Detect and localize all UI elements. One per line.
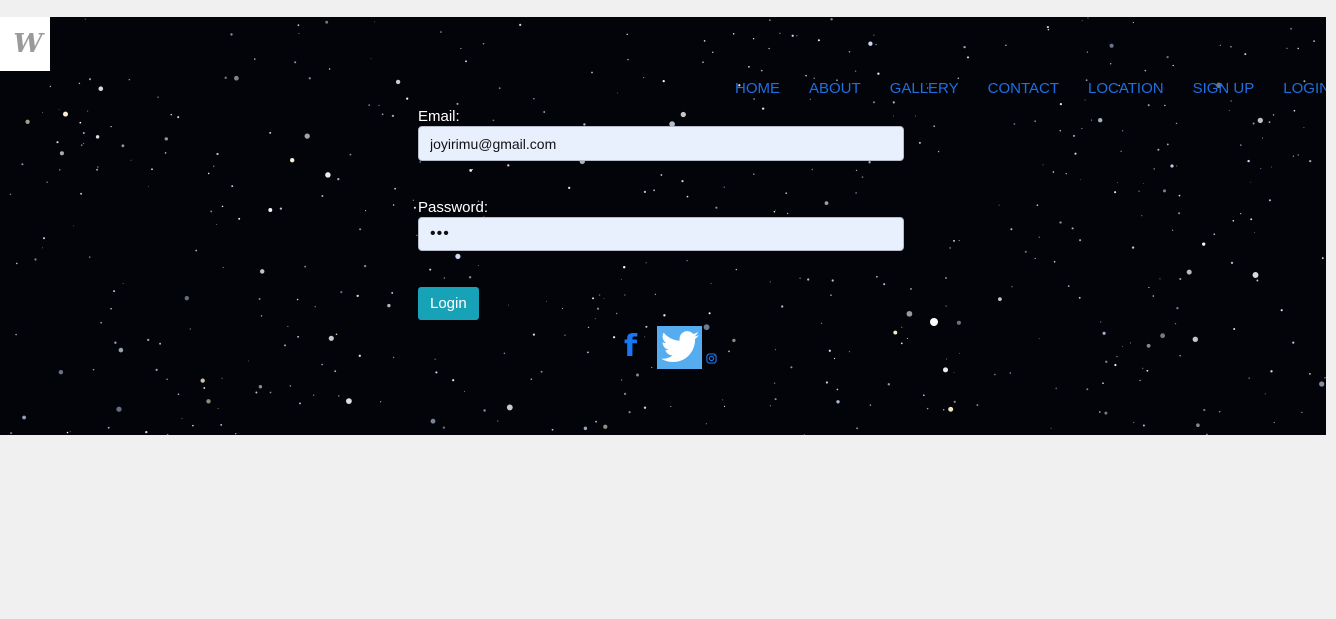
email-field[interactable] <box>418 126 904 161</box>
nav-login[interactable]: LOGIN <box>1283 80 1326 97</box>
email-group: Email: <box>418 108 904 161</box>
email-label: Email: <box>418 108 460 125</box>
site-logo[interactable]: W <box>0 17 50 71</box>
instagram-icon[interactable] <box>706 351 717 364</box>
social-links: f <box>622 325 717 369</box>
nav-about[interactable]: ABOUT <box>809 80 861 97</box>
hero-starfield: W HOME ABOUT GALLERY CONTACT LOCATION SI… <box>0 17 1326 435</box>
password-group: Password: <box>418 199 904 251</box>
facebook-icon[interactable]: f <box>622 325 657 369</box>
nav-contact[interactable]: CONTACT <box>988 80 1059 97</box>
password-label: Password: <box>418 199 489 216</box>
login-form: Email: Password: Login <box>418 108 904 320</box>
logo-mark: W <box>13 29 42 59</box>
nav-gallery[interactable]: GALLERY <box>890 80 959 97</box>
password-field[interactable] <box>418 217 904 251</box>
main-nav: HOME ABOUT GALLERY CONTACT LOCATION SIGN… <box>735 80 1326 97</box>
nav-location[interactable]: LOCATION <box>1088 80 1164 97</box>
nav-home[interactable]: HOME <box>735 80 780 97</box>
nav-sign-up[interactable]: SIGN UP <box>1193 80 1255 97</box>
login-button[interactable]: Login <box>418 287 479 320</box>
twitter-icon[interactable] <box>657 325 702 369</box>
